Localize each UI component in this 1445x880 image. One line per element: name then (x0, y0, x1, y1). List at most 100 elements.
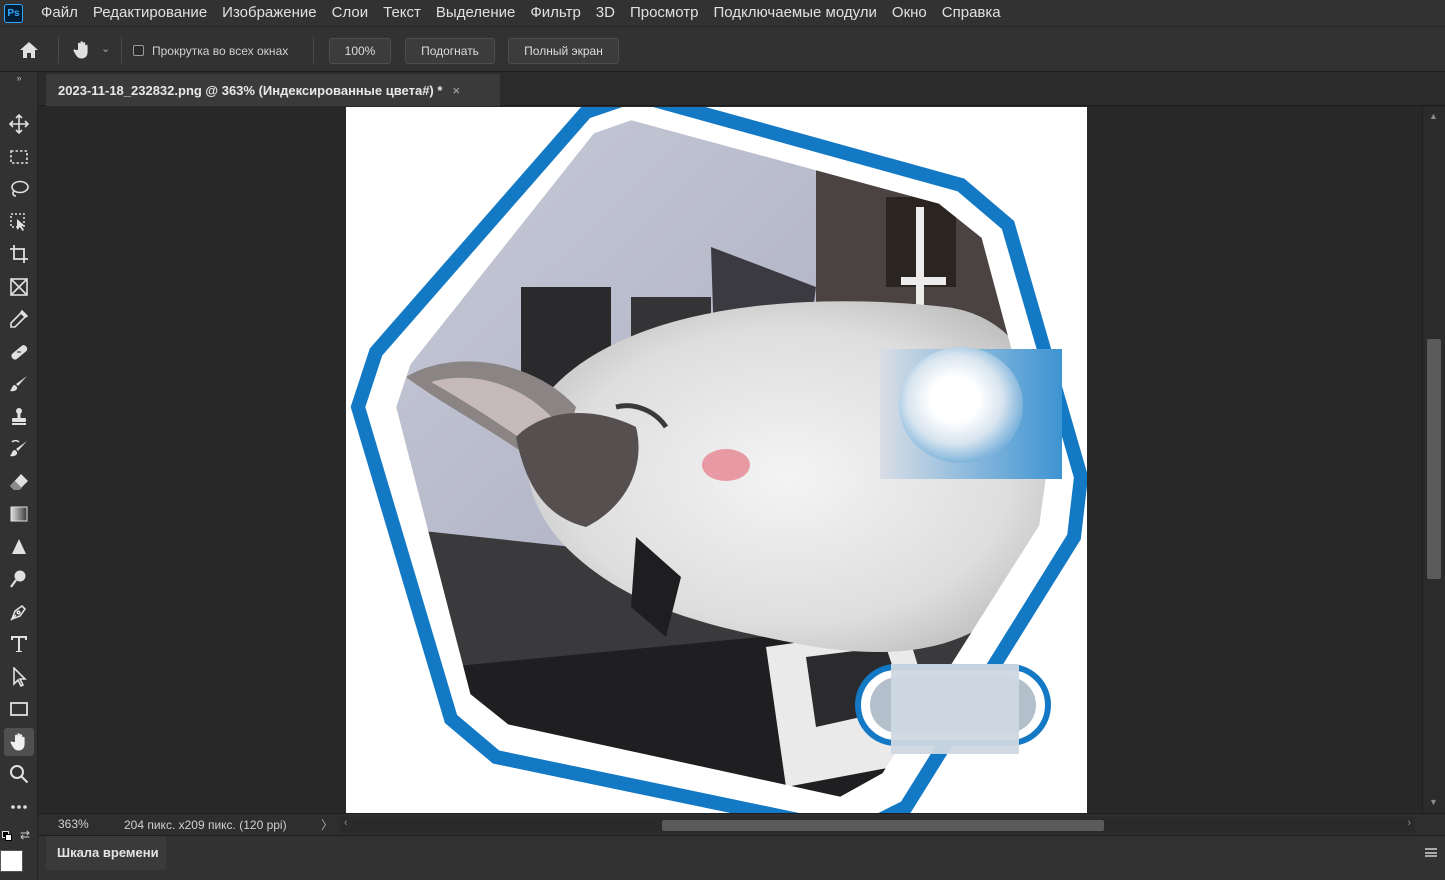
home-icon (20, 42, 38, 58)
zoom-icon (10, 765, 29, 784)
hand-icon (73, 41, 88, 59)
object-select-tool[interactable] (4, 208, 34, 236)
path-select-tool[interactable] (4, 663, 34, 691)
scroll-right-icon[interactable]: › (1407, 817, 1411, 829)
blur-drop-icon (12, 539, 26, 554)
brush-tool[interactable] (4, 370, 34, 398)
horizontal-scroll-thumb[interactable] (662, 820, 1104, 831)
home-button[interactable] (14, 37, 44, 63)
eraser-icon (10, 474, 28, 490)
document-canvas[interactable] (346, 107, 1087, 813)
lasso-tool[interactable] (4, 175, 34, 203)
pen-tool[interactable] (4, 598, 34, 626)
fill-screen-button[interactable]: Полный экран (508, 38, 619, 64)
menu-help[interactable]: Справка (934, 0, 1008, 26)
move-tool[interactable] (4, 110, 34, 138)
scroll-left-icon[interactable]: ‹ (344, 817, 348, 829)
type-icon (11, 636, 27, 652)
document-tab-title: 2023-11-18_232832.png @ 363% (Индексиров… (58, 82, 443, 98)
tool-preset-picker[interactable] (68, 36, 96, 64)
rectangle-tool[interactable] (4, 695, 34, 723)
menu-layers[interactable]: Слои (324, 0, 375, 26)
default-colors-icon-back (5, 834, 12, 841)
vertical-scrollbar[interactable]: ▲ ▼ (1422, 107, 1445, 813)
pen-icon (10, 604, 27, 621)
menu-filter[interactable]: Фильтр (522, 0, 587, 26)
horizontal-scrollbar[interactable]: ‹ › (340, 817, 1415, 833)
canvas-area[interactable] (45, 107, 1422, 813)
divider (313, 37, 314, 63)
swap-colors-icon[interactable]: ⇄ (20, 828, 30, 842)
scroll-down-icon[interactable]: ▼ (1429, 797, 1438, 807)
menu-3d[interactable]: 3D (588, 0, 622, 26)
eraser-tool[interactable] (4, 468, 34, 496)
brush-icon (10, 376, 27, 392)
timeline-panel: Шкала времени (38, 835, 1445, 880)
object-selection-icon (10, 213, 25, 231)
photoshop-logo-icon[interactable]: Ps (4, 3, 23, 23)
divider (58, 37, 59, 63)
zoom-level-field[interactable]: 363% (46, 814, 112, 836)
rectangle-icon (10, 702, 28, 716)
bandage-icon (11, 345, 28, 360)
chevron-down-icon[interactable]: ⌄ (101, 42, 110, 55)
hand-icon (10, 733, 25, 751)
blur-tool[interactable] (4, 533, 34, 561)
scroll-all-windows-label[interactable]: Прокрутка во всех окнах (152, 44, 288, 58)
status-menu-chevron-icon[interactable]: 〉 (321, 814, 333, 836)
dodge-icon (10, 570, 26, 588)
eyedropper-icon (10, 309, 29, 328)
scroll-all-windows-checkbox[interactable] (133, 45, 144, 56)
lasso-icon (11, 180, 29, 197)
color-swatches: ⇄ (0, 822, 38, 880)
menu-select[interactable]: Выделение (428, 0, 522, 26)
hand-tool[interactable] (4, 728, 34, 756)
divider (121, 37, 122, 63)
rectangular-marquee-icon (10, 150, 28, 164)
eyedropper-tool[interactable] (4, 305, 34, 333)
fit-screen-button[interactable]: Подогнать (405, 38, 495, 64)
crop-icon (10, 245, 28, 263)
clone-stamp-icon (12, 408, 26, 425)
menu-view[interactable]: Просмотр (622, 0, 706, 26)
timeline-tab[interactable]: Шкала времени (46, 836, 166, 870)
document-tab[interactable]: 2023-11-18_232832.png @ 363% (Индексиров… (46, 74, 500, 106)
menu-bar: Ps Файл Редактирование Изображение Слои … (0, 0, 1445, 26)
menu-image[interactable]: Изображение (214, 0, 324, 26)
path-selection-icon (13, 667, 27, 687)
menu-file[interactable]: Файл (33, 0, 85, 26)
gradient-icon (10, 506, 28, 522)
marquee-tool[interactable] (4, 143, 34, 171)
tools-panel: » ⇄ (0, 72, 38, 880)
history-brush-icon (10, 439, 27, 457)
menu-window[interactable]: Окно (884, 0, 934, 26)
options-bar: ⌄ Прокрутка во всех окнах 100% Подогнать… (0, 26, 1445, 72)
document-tab-bar: 2023-11-18_232832.png @ 363% (Индексиров… (38, 72, 1445, 106)
close-icon[interactable]: × (452, 83, 460, 98)
ellipsis-icon (11, 805, 27, 809)
foreground-color-swatch[interactable] (0, 850, 23, 872)
zoom-tool[interactable] (4, 760, 34, 788)
zoom-100-button[interactable]: 100% (329, 38, 391, 64)
history-brush-tool[interactable] (4, 435, 34, 463)
frame-tool[interactable] (4, 273, 34, 301)
frame-icon (10, 278, 28, 296)
type-tool[interactable] (4, 630, 34, 658)
menu-edit[interactable]: Редактирование (85, 0, 214, 26)
menu-type[interactable]: Текст (375, 0, 428, 26)
collapse-toolbar-icon[interactable]: » (0, 72, 38, 84)
document-info: 204 пикс. x209 пикс. (120 ppi) (124, 818, 287, 832)
crop-tool[interactable] (4, 240, 34, 268)
stamp-tool[interactable] (4, 403, 34, 431)
move-icon (9, 114, 29, 134)
more-tools[interactable] (4, 793, 34, 821)
gradient-tool[interactable] (4, 500, 34, 528)
menu-plugins[interactable]: Подключаемые модули (705, 0, 883, 26)
cat-photo-hexagon-frame (350, 107, 1087, 813)
dodge-tool[interactable] (4, 565, 34, 593)
healing-tool[interactable] (4, 338, 34, 366)
scroll-up-icon[interactable]: ▲ (1429, 111, 1438, 121)
panel-menu-icon[interactable] (1425, 848, 1437, 857)
vertical-scroll-thumb[interactable] (1427, 339, 1441, 579)
status-bar: 363% 204 пикс. x209 пикс. (120 ppi) 〉 ‹ … (38, 813, 1445, 836)
